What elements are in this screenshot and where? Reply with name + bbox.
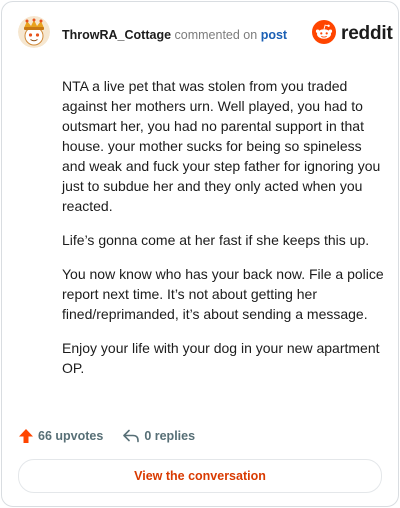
comment-body: NTA a live pet that was stolen from you … bbox=[62, 76, 384, 392]
reply-arrow-icon bbox=[122, 428, 140, 444]
upvotes-label: 66 upvotes bbox=[38, 429, 104, 443]
reddit-logo[interactable]: reddit bbox=[312, 19, 393, 49]
comment-paragraph: Life’s gonna come at her fast if she kee… bbox=[62, 232, 370, 248]
view-conversation-button[interactable]: View the conversation bbox=[18, 459, 382, 493]
upvotes-stat[interactable]: 66 upvotes bbox=[18, 428, 103, 444]
comment-paragraph: Enjoy your life with your dog in your ne… bbox=[62, 340, 380, 376]
snoo-avatar-icon[interactable] bbox=[18, 16, 50, 48]
upvote-arrow-icon bbox=[18, 428, 34, 444]
reddit-snoo-icon bbox=[312, 19, 336, 49]
comment-header: ThrowRA_Cottage commented on post reddit bbox=[2, 2, 398, 66]
replies-stat[interactable]: 0 replies bbox=[122, 428, 195, 444]
comment-footer: 66 upvotes 0 replies bbox=[18, 425, 195, 447]
replies-label: 0 replies bbox=[144, 429, 196, 443]
action-text: commented on bbox=[174, 28, 258, 42]
comment-paragraph: NTA a live pet that was stolen from you … bbox=[62, 78, 381, 214]
reddit-wordmark: reddit bbox=[341, 23, 393, 44]
comment-card: ThrowRA_Cottage commented on post reddit bbox=[1, 1, 399, 507]
username[interactable]: ThrowRA_Cottage bbox=[62, 28, 171, 42]
comment-paragraph: You now know who has your back now. File… bbox=[62, 266, 384, 322]
comment-meta: ThrowRA_Cottage commented on post bbox=[62, 27, 287, 43]
post-link[interactable]: post bbox=[261, 28, 287, 42]
